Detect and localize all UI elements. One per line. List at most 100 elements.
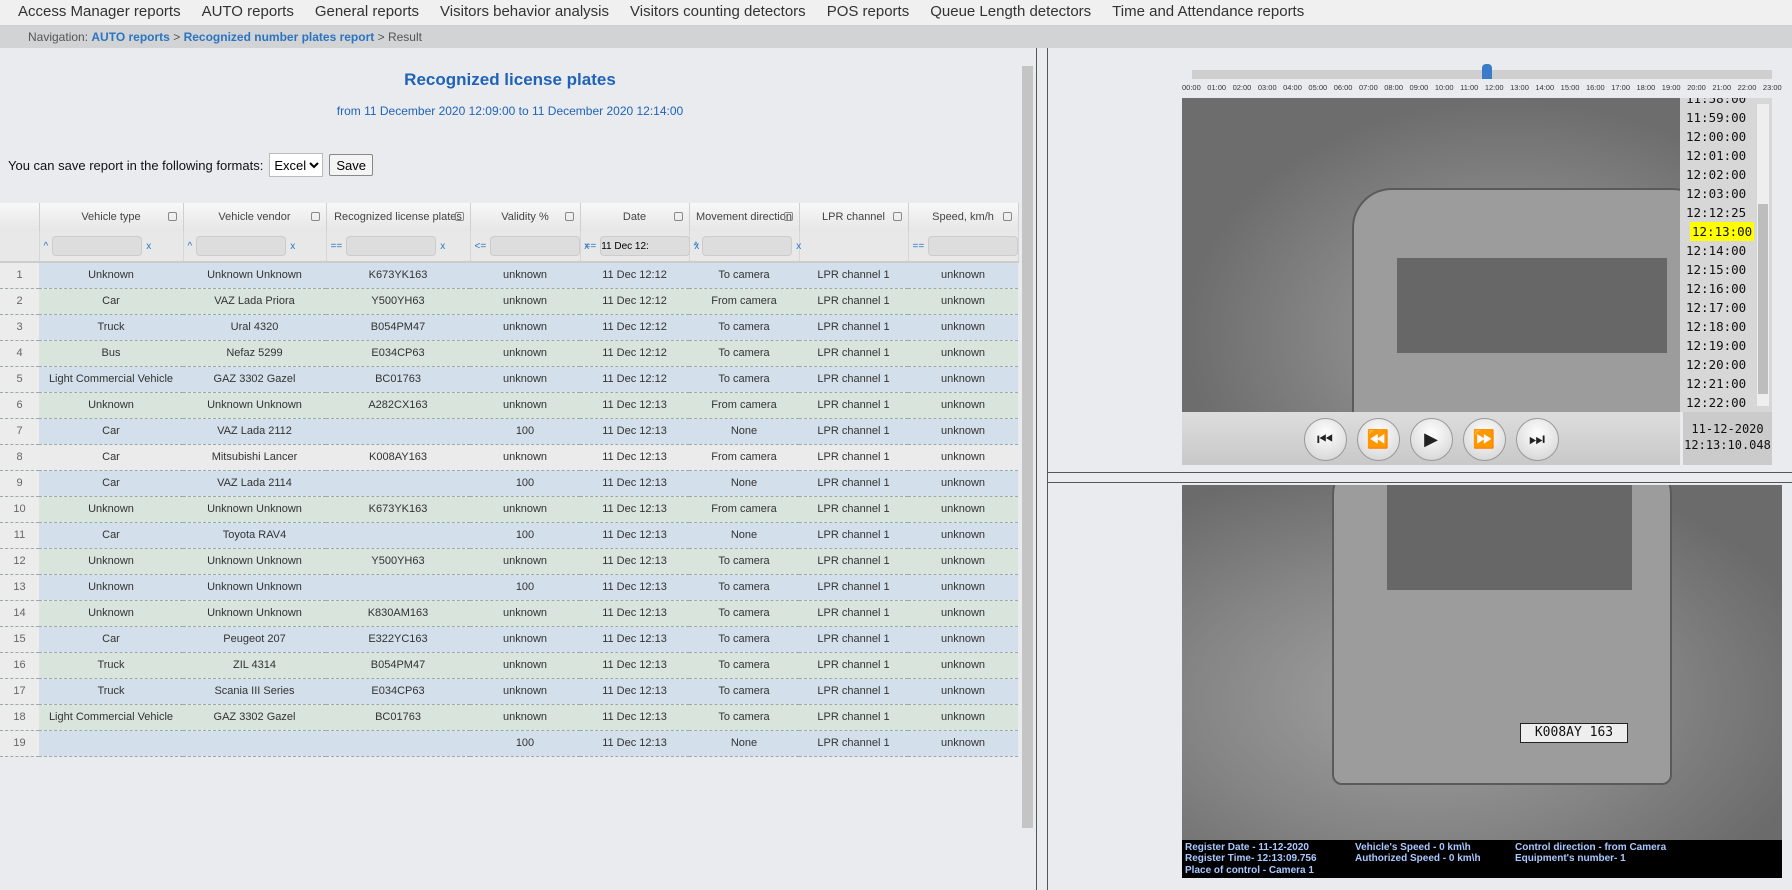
filter-input[interactable] [490, 236, 581, 256]
filter-input[interactable] [196, 236, 287, 256]
table-row[interactable]: 12 Unknown Unknown Unknown Y500YH63 unknown 1… [0, 548, 1018, 575]
column-menu-icon[interactable] [310, 212, 320, 221]
filter-clear-icon[interactable]: x [146, 241, 151, 252]
timeline-marker[interactable] [1482, 64, 1492, 79]
table-cell: Car [39, 470, 183, 497]
column-header[interactable]: Date [580, 203, 690, 231]
table-cell: unknown [470, 288, 580, 315]
archive-video[interactable] [1182, 98, 1682, 412]
format-select[interactable]: Excel [269, 153, 324, 177]
table-cell: 11 Dec 12:12 [580, 262, 689, 289]
filter-clear-icon[interactable]: x [290, 241, 295, 252]
filter-clear-icon[interactable]: x [796, 241, 801, 252]
filter-operator[interactable]: == [913, 241, 925, 252]
filter-input[interactable] [600, 236, 691, 256]
column-header[interactable]: Validity % [470, 203, 581, 231]
filter-operator[interactable]: ^ [694, 241, 699, 252]
table-row[interactable]: 2 Car VAZ Lada Priora Y500YH63 unknown 11 Dec… [0, 288, 1018, 315]
table-row[interactable]: 4 Bus Nefaz 5299 E034CP63 unknown 11 Dec 12:1… [0, 340, 1018, 367]
table-cell: Ural 4320 [183, 314, 326, 341]
breadcrumb-auto-reports[interactable]: AUTO reports [91, 30, 169, 44]
scrollbar-thumb[interactable] [1022, 66, 1033, 828]
report-scrollbar[interactable] [1020, 48, 1035, 890]
rewind-button[interactable]: ⏪ [1356, 418, 1400, 461]
table-cell: Car [39, 288, 183, 315]
table-row[interactable]: 17 Truck Scania III Series E034CP63 unknown 1… [0, 678, 1018, 705]
menu-item[interactable]: Visitors counting detectors [620, 0, 817, 25]
rewind-icon: ⏪ [1366, 429, 1390, 449]
table-cell: Car [39, 418, 183, 445]
breadcrumb: Navigation: AUTO reports > Recognized nu… [0, 26, 1792, 48]
filter-operator[interactable]: ^ [188, 241, 193, 252]
scrollbar-thumb[interactable] [1758, 204, 1768, 394]
menu-item[interactable]: AUTO reports [192, 0, 305, 25]
table-row[interactable]: 11 Car Toyota RAV4 100 11 Dec 12:13 None LPR c… [0, 522, 1018, 549]
table-row[interactable]: 9 Car VAZ Lada 2114 100 11 Dec 12:13 None LPR … [0, 470, 1018, 497]
column-menu-icon[interactable] [673, 212, 683, 221]
breadcrumb-plates-report[interactable]: Recognized number plates report [184, 30, 375, 44]
menu-item[interactable]: POS reports [817, 0, 921, 25]
menu-item[interactable]: Access Manager reports [8, 0, 192, 25]
column-header[interactable]: Recognized license plates [326, 203, 471, 231]
column-menu-icon[interactable] [892, 212, 902, 221]
menu-item[interactable]: Visitors behavior analysis [430, 0, 620, 25]
table-row[interactable]: 5 Light Commercial Vehicle GAZ 3302 Gazel B… [0, 366, 1018, 393]
table-row[interactable]: 19 100 11 Dec 12:13 None LPR channel 1 unknow… [0, 730, 1018, 757]
column-menu-icon[interactable] [167, 212, 177, 221]
table-cell: K008AY163 [326, 444, 470, 471]
timestamp-time: 12:13:10.048 [1684, 438, 1771, 452]
column-header[interactable]: Speed, km/h [908, 203, 1019, 231]
breadcrumb-current: Result [387, 30, 422, 44]
time-list-scrollbar[interactable] [1757, 104, 1769, 406]
table-row[interactable]: 14 Unknown Unknown Unknown K830AM163 unknown… [0, 600, 1018, 627]
fast-forward-button[interactable]: ⏩ [1462, 418, 1506, 461]
table-row[interactable]: 7 Car VAZ Lada 2112 100 11 Dec 12:13 None LPR … [0, 418, 1018, 445]
filter-input[interactable] [52, 236, 143, 256]
horizontal-splitter[interactable] [1048, 472, 1792, 483]
table-row[interactable]: 10 Unknown Unknown Unknown K673YK163 unknown… [0, 496, 1018, 523]
filter-clear-icon[interactable]: x [440, 241, 445, 252]
filter-operator[interactable]: == [585, 241, 597, 252]
vertical-splitter[interactable] [1036, 48, 1048, 890]
table-cell: unknown [470, 600, 580, 627]
column-menu-icon[interactable] [1002, 212, 1012, 221]
row-number: 5 [0, 366, 39, 393]
table-cell: From camera [689, 444, 799, 471]
row-number: 3 [0, 314, 39, 341]
table-row[interactable]: 6 Unknown Unknown Unknown A282CX163 unknown 1… [0, 392, 1018, 419]
timeline-tick: 05:00 [1308, 83, 1328, 92]
table-cell: Unknown Unknown [183, 548, 326, 575]
play-button[interactable]: ▶ [1409, 418, 1453, 461]
menu-item[interactable]: Queue Length detectors [920, 0, 1102, 25]
table-row[interactable]: 18 Light Commercial Vehicle GAZ 3302 Gazel… [0, 704, 1018, 731]
column-header[interactable]: Vehicle type [39, 203, 184, 231]
skip-start-button[interactable]: ⏮ [1303, 418, 1347, 461]
table-cell [326, 470, 470, 497]
table-row[interactable]: 8 Car Mitsubishi Lancer K008AY163 unknown 11 … [0, 444, 1018, 471]
filter-operator[interactable]: == [331, 241, 343, 252]
menu-item[interactable]: General reports [305, 0, 430, 25]
table-row[interactable]: 16 Truck ZIL 4314 B054PM47 unknown 11 Dec 12:… [0, 652, 1018, 679]
filter-operator[interactable]: <= [475, 241, 487, 252]
menu-item[interactable]: Time and Attendance reports [1102, 0, 1315, 25]
column-menu-icon[interactable] [564, 212, 574, 221]
frame-info-line: Register Date - 11-12-2020 [1185, 842, 1309, 853]
column-filter: ==x [908, 231, 1027, 263]
column-menu-icon[interactable] [783, 212, 793, 221]
filter-operator[interactable]: ^ [44, 241, 49, 252]
filter-input[interactable] [928, 236, 1019, 256]
table-row[interactable]: 3 Truck Ural 4320 B054PM47 unknown 11 Dec 12:… [0, 314, 1018, 341]
time-label: 12:00:00 [1686, 129, 1747, 144]
column-menu-icon[interactable] [454, 212, 464, 221]
save-button[interactable]: Save [329, 154, 373, 176]
table-row[interactable]: 1 Unknown Unknown Unknown K673YK163 unknown 1… [0, 262, 1018, 289]
column-header[interactable]: LPR channel [799, 203, 909, 231]
table-row[interactable]: 13 Unknown Unknown Unknown 100 11 Dec 12:13 T… [0, 574, 1018, 601]
filter-input[interactable] [702, 236, 793, 256]
filter-input[interactable] [346, 236, 437, 256]
column-header[interactable]: Movement direction [689, 203, 800, 231]
table-cell [326, 418, 470, 445]
table-row[interactable]: 15 Car Peugeot 207 E322YC163 unknown 11 Dec 1… [0, 626, 1018, 653]
column-header[interactable]: Vehicle vendor [183, 203, 327, 231]
skip-end-button[interactable]: ⏭ [1515, 418, 1559, 461]
